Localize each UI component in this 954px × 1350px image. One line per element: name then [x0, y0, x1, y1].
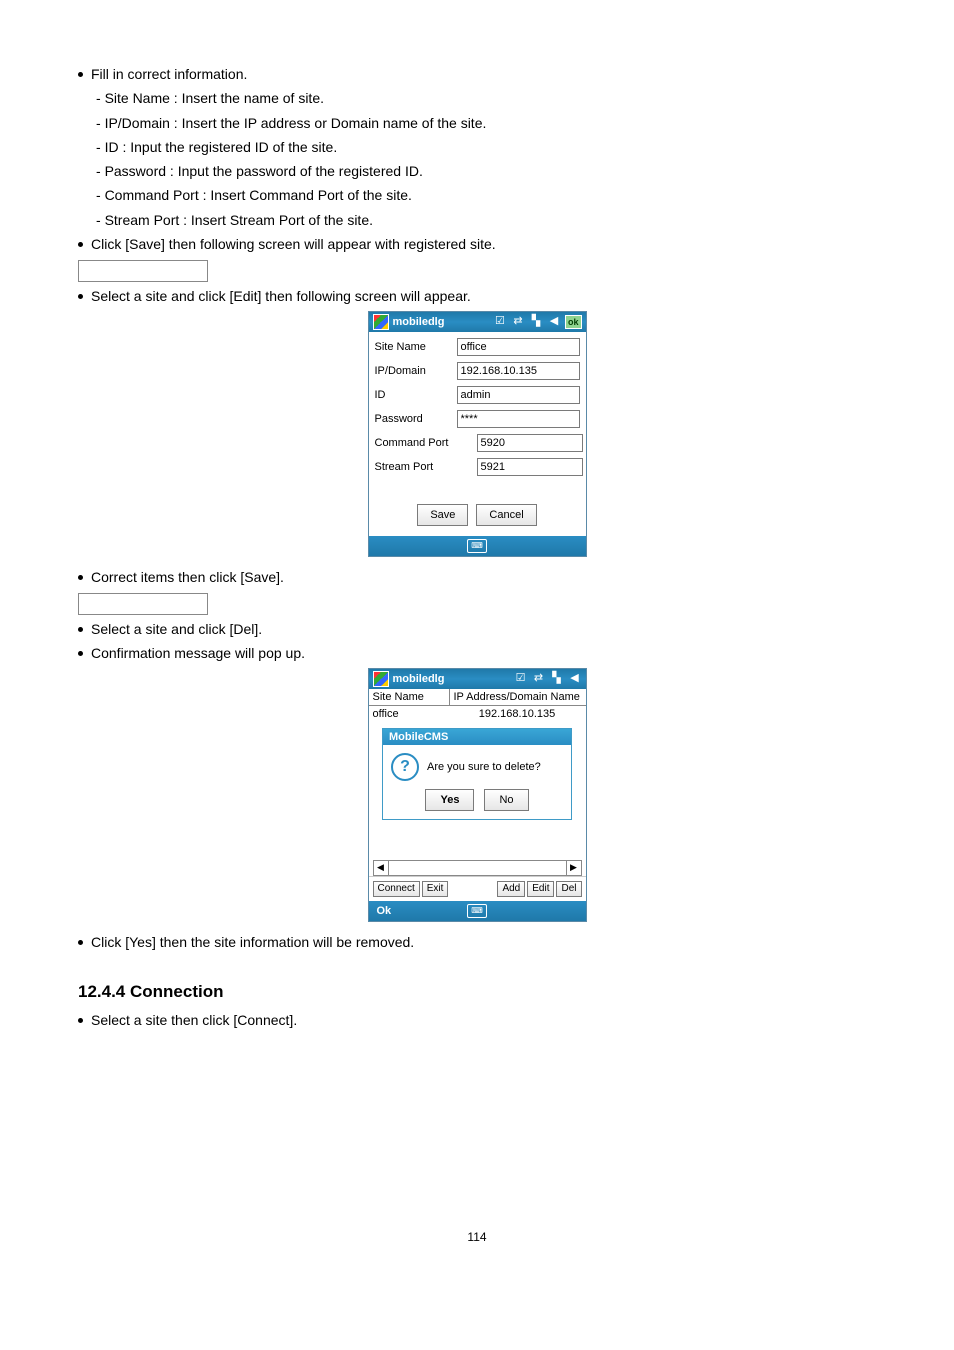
popup-message: Are you sure to delete? [427, 761, 541, 773]
body-text: Command Port : Insert Command Port of th… [78, 185, 876, 205]
keyboard-icon[interactable]: ⌨ [467, 539, 487, 553]
list-header: Site Name IP Address/Domain Name [369, 689, 586, 706]
check-icon: ☑ [493, 315, 507, 329]
sync-icon: ⇄ [532, 672, 546, 686]
body-text: Fill in correct information. [78, 64, 876, 84]
scroll-left-icon[interactable]: ◀ [374, 861, 389, 875]
edit-button[interactable]: Edit [527, 881, 554, 897]
popup-title: MobileCMS [383, 729, 571, 745]
exit-button[interactable]: Exit [422, 881, 449, 897]
body-text: Select a site and click [Del]. [78, 619, 876, 639]
body-text: ID : Input the registered ID of the site… [78, 137, 876, 157]
field-label: ID [375, 389, 453, 401]
signal-icon: ▚ [529, 315, 543, 329]
edit-dialog-screenshot: mobiledlg ☑ ⇄ ▚ ◀ ok Site Name IP/Domain [368, 311, 587, 557]
window-title: mobiledlg [393, 673, 445, 685]
connect-button[interactable]: Connect [373, 881, 420, 897]
volume-icon: ◀ [547, 315, 561, 329]
scroll-right-icon[interactable]: ▶ [566, 861, 581, 875]
page-number: 114 [78, 1230, 876, 1244]
section-heading: 12.4.4 Connection [78, 982, 876, 1002]
field-label: IP/Domain [375, 365, 453, 377]
column-header: IP Address/Domain Name [450, 689, 586, 705]
yes-button[interactable]: Yes [425, 789, 474, 811]
id-field[interactable] [457, 386, 580, 404]
action-bar: Connect Exit Add Edit Del [369, 876, 586, 901]
body-text: Site Name : Insert the name of site. [78, 88, 876, 108]
sync-icon: ⇄ [511, 315, 525, 329]
stream-port-field[interactable] [477, 458, 583, 476]
confirm-popup: MobileCMS ? Are you sure to delete? Yes … [382, 728, 572, 820]
body-text: Select a site and click [Edit] then foll… [78, 286, 876, 306]
document-page: Fill in correct information. Site Name :… [0, 0, 954, 1284]
body-text: Select a site then click [Connect]. [78, 1010, 876, 1030]
window-footer: ⌨ [369, 536, 586, 556]
delete-dialog-screenshot: mobiledlg ☑ ⇄ ▚ ◀ Site Name IP Address/D… [368, 668, 587, 922]
cell-site-name: office [369, 706, 449, 722]
save-button[interactable]: Save [417, 504, 468, 526]
del-button[interactable]: Del [556, 881, 581, 897]
cell-ip: 192.168.10.135 [449, 706, 586, 722]
command-port-field[interactable] [477, 434, 583, 452]
volume-icon: ◀ [568, 672, 582, 686]
window-titlebar: mobiledlg ☑ ⇄ ▚ ◀ ok [369, 312, 586, 332]
no-button[interactable]: No [484, 789, 528, 811]
password-field[interactable] [457, 410, 580, 428]
body-text: Password : Input the password of the reg… [78, 161, 876, 181]
field-label: Password [375, 413, 453, 425]
window-footer: Ok ⌨ [369, 901, 586, 921]
body-text: Click [Save] then following screen will … [78, 234, 876, 254]
ip-domain-field[interactable] [457, 362, 580, 380]
body-text: IP/Domain : Insert the IP address or Dom… [78, 113, 876, 133]
ok-button[interactable]: ok [565, 315, 582, 329]
keyboard-icon[interactable]: ⌨ [467, 904, 487, 918]
body-text: Click [Yes] then the site information wi… [78, 932, 876, 952]
field-label: Site Name [375, 341, 453, 353]
horizontal-scrollbar[interactable]: ◀ ▶ [373, 860, 582, 876]
site-name-field[interactable] [457, 338, 580, 356]
body-text: Correct items then click [Save]. [78, 567, 876, 587]
list-item[interactable]: office 192.168.10.135 [369, 706, 586, 722]
question-icon: ? [391, 753, 419, 781]
placeholder-box [78, 260, 208, 282]
field-label: Stream Port [375, 461, 453, 473]
add-button[interactable]: Add [497, 881, 525, 897]
body-text: Confirmation message will pop up. [78, 643, 876, 663]
signal-icon: ▚ [550, 672, 564, 686]
body-text: Stream Port : Insert Stream Port of the … [78, 210, 876, 230]
app-flag-icon [373, 671, 389, 687]
column-header: Site Name [369, 689, 450, 705]
cancel-button[interactable]: Cancel [476, 504, 536, 526]
field-label: Command Port [375, 437, 453, 449]
placeholder-box [78, 593, 208, 615]
ok-softkey[interactable]: Ok [377, 905, 392, 917]
window-titlebar: mobiledlg ☑ ⇄ ▚ ◀ [369, 669, 586, 689]
check-icon: ☑ [514, 672, 528, 686]
window-title: mobiledlg [393, 316, 445, 328]
app-flag-icon [373, 314, 389, 330]
